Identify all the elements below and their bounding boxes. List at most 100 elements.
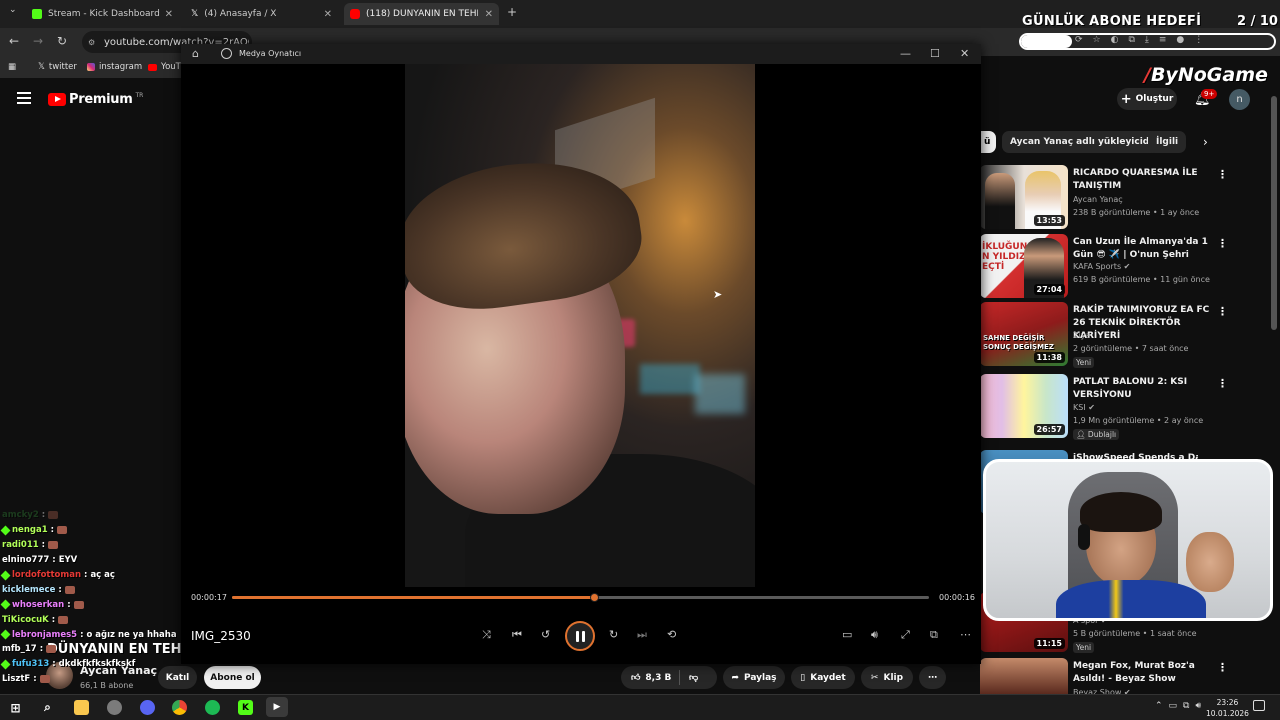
video-frame[interactable] <box>405 64 755 587</box>
previous-track-icon[interactable]: ⏮ <box>512 628 522 642</box>
close-tab-icon[interactable]: ✕ <box>165 9 173 20</box>
back-arrow-icon[interactable]: ← <box>9 34 19 48</box>
discord-icon[interactable] <box>140 700 155 715</box>
share-arrow-icon: ➦ <box>731 672 739 683</box>
clip-label: Klip <box>883 672 904 683</box>
page-scrollbar[interactable] <box>1271 96 1277 330</box>
related-video[interactable]: İKLUĞUN N YILDIZ EÇTİ 27:04 Can Uzun İle A… <box>980 234 1270 300</box>
chips-next-chevron-icon[interactable]: › <box>1203 135 1208 149</box>
repeat-off-icon[interactable]: ⟲ <box>667 628 676 641</box>
video-thumbnail[interactable]: İKLUĞUN N YILDIZ EÇTİ 27:04 <box>980 234 1068 298</box>
video-thumbnail[interactable]: SAHNE DEĞİŞİR SONUÇ DEĞİŞMEZ 11:38 <box>980 302 1068 366</box>
chip-related[interactable]: İlgili <box>1148 131 1187 153</box>
spotify-icon[interactable] <box>205 700 220 715</box>
share-button[interactable]: ➦ Paylaş <box>723 666 785 689</box>
volume-icon[interactable]: 🔊︎ <box>871 628 878 642</box>
video-title[interactable]: Megan Fox, Murat Boz'a Asıldı! - Beyaz S… <box>1073 660 1213 686</box>
channel-name: KAFA Sports <box>1073 262 1122 271</box>
file-explorer-icon[interactable] <box>74 700 89 715</box>
related-video[interactable]: 26:57 PATLAT BALONU 2: KSI VERSİYONU KSI… <box>980 374 1270 440</box>
seek-bar[interactable] <box>232 593 929 602</box>
chat-message: TiKicocuK: <box>2 612 182 627</box>
video-thumbnail[interactable]: 26:57 <box>980 374 1068 438</box>
related-video[interactable]: SAHNE DEĞİŞİR SONUÇ DEĞİŞMEZ 11:38 RAKİP … <box>980 302 1270 368</box>
x-favicon-icon: 𝕏 <box>191 9 199 19</box>
video-title[interactable]: RICARDO QUARESMA İLE TANIŞTIM <box>1073 167 1213 193</box>
channel-name[interactable]: Aycan Yanaç <box>1073 195 1123 204</box>
related-video[interactable]: Megan Fox, Murat Boz'a Asıldı! - Beyaz S… <box>980 658 1270 697</box>
minimize-icon[interactable]: — <box>900 47 911 60</box>
video-thumbnail[interactable] <box>980 658 1068 694</box>
pause-button[interactable] <box>565 621 595 651</box>
app-icon[interactable] <box>107 700 122 715</box>
rewind-10-icon[interactable]: ↺ <box>541 628 550 641</box>
apps-grid-icon[interactable]: ▦ <box>8 62 16 72</box>
chip-all[interactable]: ü <box>980 131 996 153</box>
home-icon[interactable]: ⌂ <box>192 47 199 60</box>
system-tray-icons[interactable]: ⌃▭⧉🔊︎ <box>1155 701 1207 711</box>
more-actions-button[interactable]: ⋯ <box>919 666 946 689</box>
channel-name[interactable]: Ziya <box>1073 331 1090 340</box>
related-video[interactable]: 13:53 RICARDO QUARESMA İLE TANIŞTIM Ayca… <box>980 165 1270 231</box>
save-button[interactable]: ▯ Kaydet <box>791 666 855 689</box>
chat-emote-icon <box>39 675 50 684</box>
like-thumb-icon[interactable]: 👍︎ <box>631 673 640 683</box>
account-avatar[interactable]: n <box>1229 89 1250 110</box>
bookmark-youtube[interactable]: YouT <box>148 62 181 72</box>
close-tab-icon[interactable]: ✕ <box>324 9 332 20</box>
seek-bar-thumb[interactable] <box>590 593 600 602</box>
chat-username: lebronjames5 <box>12 629 78 640</box>
video-duration: 11:15 <box>1033 638 1065 649</box>
subscribe-button[interactable]: Abone ol <box>204 666 261 689</box>
forward-30-icon[interactable]: ↻ <box>609 628 618 641</box>
bookmark-instagram[interactable]: instagram <box>87 62 142 72</box>
close-window-icon[interactable]: ✕ <box>960 47 969 60</box>
more-options-icon[interactable]: ⋮ <box>1217 377 1228 390</box>
chrome-icon[interactable] <box>172 700 187 715</box>
channel-row[interactable]: KSI ✔ <box>1073 403 1095 412</box>
tab-list-chevron-icon[interactable]: ⌄ <box>9 5 17 15</box>
tab-kick-dashboard[interactable]: Stream - Kick Dashboard ✕ <box>26 3 179 25</box>
new-tab-plus-icon[interactable]: + <box>507 5 517 19</box>
reload-icon[interactable]: ↻ <box>57 34 67 48</box>
maximize-icon[interactable]: ☐ <box>930 47 940 60</box>
fullscreen-icon[interactable]: ⤢ <box>901 628 910 642</box>
chip-from-uploader[interactable]: Aycan Yanaç adlı yükleyiciden <box>1002 131 1170 153</box>
dislike-thumb-icon[interactable]: 👎︎ <box>689 673 698 683</box>
create-button[interactable]: + Oluştur <box>1117 88 1177 110</box>
video-thumbnail[interactable]: 13:53 <box>980 165 1068 229</box>
video-title[interactable]: RAKİP TANIMIYORUZ EA FC 26 TEKNİK DİREKT… <box>1073 304 1213 343</box>
more-options-icon[interactable]: ⋮ <box>1217 661 1228 674</box>
notification-center-icon[interactable] <box>1253 700 1265 711</box>
more-options-icon[interactable]: ⋯ <box>960 628 971 641</box>
forward-arrow-icon[interactable]: → <box>33 34 43 48</box>
media-player-taskbar-icon[interactable]: ▶ <box>266 697 288 717</box>
youtube-premium-logo[interactable]: Premium TR <box>48 92 143 107</box>
more-options-icon[interactable]: ⋮ <box>1217 305 1228 318</box>
channel-row[interactable]: KAFA Sports ✔ <box>1073 262 1130 271</box>
chat-username: kicklemece <box>2 584 56 595</box>
windows-start-icon[interactable]: ⊞ <box>8 700 23 715</box>
more-options-icon[interactable]: ⋮ <box>1217 237 1228 250</box>
close-tab-icon[interactable]: ✕ <box>485 9 493 20</box>
next-track-icon[interactable]: ⏭ <box>637 628 647 642</box>
like-count[interactable]: 8,3 B <box>645 673 671 683</box>
clock[interactable]: 23:26 10.01.2026 <box>1206 697 1249 719</box>
kick-app-icon[interactable]: K <box>238 700 253 715</box>
search-icon[interactable]: ⌕ <box>40 700 55 715</box>
tab-x-home[interactable]: 𝕏 (4) Anasayfa / X ✕ <box>185 3 338 25</box>
subtitles-icon[interactable]: ▭ <box>842 628 852 641</box>
chat-separator: : <box>39 644 44 655</box>
bookmark-twitter[interactable]: 𝕏twitter <box>38 62 77 72</box>
clip-button[interactable]: ✂ Klip <box>861 666 913 689</box>
shuffle-icon[interactable]: ⤨ <box>482 628 491 642</box>
more-options-icon[interactable]: ⋮ <box>1217 168 1228 181</box>
site-info-icon[interactable]: ⚙ <box>88 38 95 47</box>
video-title[interactable]: Can Uzun İle Almanya'da 1 Gün 😎 ✈️ | O'n… <box>1073 236 1213 262</box>
chat-message: elnino777: EYV <box>2 553 182 568</box>
video-title[interactable]: PATLAT BALONU 2: KSI VERSİYONU <box>1073 376 1213 402</box>
instagram-icon <box>87 63 95 71</box>
mini-player-icon[interactable]: ⧉ <box>930 628 938 642</box>
hamburger-menu-icon[interactable] <box>17 92 31 104</box>
tab-youtube-video[interactable]: (118) DÜNYANIN EN TEHLİKELİ ✕ <box>344 3 499 25</box>
